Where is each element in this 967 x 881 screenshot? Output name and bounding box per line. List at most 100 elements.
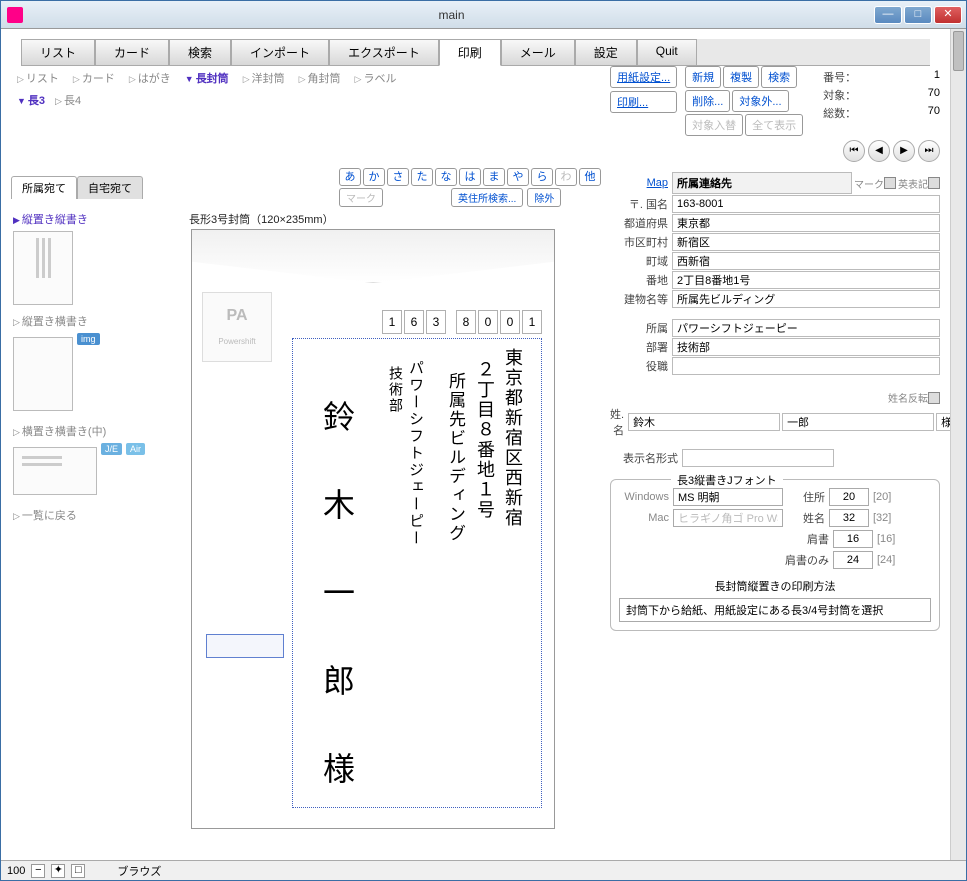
- minimize-button[interactable]: —: [874, 6, 902, 24]
- org-input[interactable]: [672, 319, 940, 337]
- nav-last-button[interactable]: ⏭: [918, 140, 940, 162]
- stat-number-value: 1: [890, 69, 940, 85]
- kana-さ[interactable]: さ: [387, 168, 409, 186]
- search-button[interactable]: 検索: [761, 66, 797, 88]
- toolbar-リスト[interactable]: リスト: [21, 39, 95, 65]
- zoom-value: 100: [7, 865, 25, 877]
- mark-button[interactable]: マーク: [339, 188, 383, 207]
- title-label: 役職: [610, 358, 672, 374]
- eng-checkbox[interactable]: [928, 177, 940, 189]
- subtab-リスト[interactable]: リスト: [17, 70, 59, 86]
- showall-button[interactable]: 全て表示: [745, 114, 803, 136]
- toolbar-インポート[interactable]: インポート: [231, 39, 329, 65]
- kana-あ[interactable]: あ: [339, 168, 361, 186]
- display-format-input[interactable]: [682, 449, 834, 467]
- dept-input[interactable]: [672, 338, 940, 356]
- toolbar-メール[interactable]: メール: [501, 39, 575, 65]
- size-name-hint: [32]: [873, 512, 903, 524]
- map-link[interactable]: Map: [647, 177, 668, 189]
- subtab-はがき[interactable]: はがき: [129, 70, 171, 86]
- subtab-長封筒[interactable]: 長封筒: [185, 70, 229, 86]
- duplicate-button[interactable]: 複製: [723, 66, 759, 88]
- size-addr-hint: [20]: [873, 491, 903, 503]
- kana-他[interactable]: 他: [579, 168, 601, 186]
- maximize-button[interactable]: □: [904, 6, 932, 24]
- window-title: main: [29, 8, 874, 22]
- thumb-vert-vert[interactable]: [13, 231, 73, 305]
- layout-vert-horiz[interactable]: 縦置き横書き: [13, 313, 179, 329]
- print-button[interactable]: 印刷...: [610, 91, 677, 113]
- subtab-角封筒[interactable]: 角封筒: [299, 70, 341, 86]
- stamp-area: PA Powershift: [202, 292, 272, 362]
- nav-first-button[interactable]: ⏮: [843, 140, 865, 162]
- nameflip-checkbox[interactable]: [928, 392, 940, 404]
- kana-ら[interactable]: ら: [531, 168, 553, 186]
- kana-や[interactable]: や: [507, 168, 529, 186]
- exclude-action-button[interactable]: 除外: [527, 188, 561, 207]
- kana-わ[interactable]: わ: [555, 168, 577, 186]
- kana-か[interactable]: か: [363, 168, 385, 186]
- subtab-ラベル[interactable]: ラベル: [355, 70, 397, 86]
- layout-horiz-horiz[interactable]: 横置き横書き(中): [13, 423, 179, 439]
- city-input[interactable]: [672, 233, 940, 251]
- toolbar-カード[interactable]: カード: [95, 39, 169, 65]
- kana-は[interactable]: は: [459, 168, 481, 186]
- env-addr-line3: 所属先ビルディング: [443, 372, 468, 543]
- toolbar-エクスポート[interactable]: エクスポート: [329, 39, 439, 65]
- toolbar-Quit[interactable]: Quit: [637, 39, 697, 65]
- vertical-scrollbar[interactable]: [950, 29, 966, 860]
- tab-work-address[interactable]: 所属宛て: [11, 176, 77, 199]
- new-button[interactable]: 新規: [685, 66, 721, 88]
- zoom-out-button[interactable]: −: [31, 864, 45, 878]
- eng-addr-search-button[interactable]: 英住所検索...: [451, 188, 523, 207]
- postal-input[interactable]: [672, 195, 940, 213]
- exclude-button[interactable]: 対象外...: [732, 90, 788, 112]
- swap-button[interactable]: 対象入替: [685, 114, 743, 136]
- size-kataonly-input[interactable]: [833, 551, 873, 569]
- size-addr-input[interactable]: [829, 488, 869, 506]
- envelope-preview: PA Powershift 1638001 東京都新宿区西新宿 ２丁目８番地１号…: [191, 229, 555, 829]
- toolbar-設定[interactable]: 設定: [575, 39, 637, 65]
- nav-prev-button[interactable]: ◀: [868, 140, 890, 162]
- subtab-洋封筒[interactable]: 洋封筒: [243, 70, 285, 86]
- givenname-input[interactable]: [782, 413, 934, 431]
- tab-home-address[interactable]: 自宅宛て: [77, 176, 143, 199]
- honorific-input[interactable]: [936, 413, 950, 431]
- postal-label: 〒. 国名: [610, 196, 672, 212]
- size-addr-label: 住所: [787, 489, 825, 505]
- nav-next-button[interactable]: ▶: [893, 140, 915, 162]
- title-input[interactable]: [672, 357, 940, 375]
- right-column: Map 所属連絡先 マーク 英表記 〒. 国名 都道府県 市区町村 町域 番地 …: [610, 168, 940, 829]
- size-name-input[interactable]: [829, 509, 869, 527]
- kana-た[interactable]: た: [411, 168, 433, 186]
- toolbar-検索[interactable]: 検索: [169, 39, 231, 65]
- paper-settings-button[interactable]: 用紙設定...: [610, 66, 677, 88]
- font-mac-input[interactable]: [673, 509, 783, 527]
- subtab-カード[interactable]: カード: [73, 70, 115, 86]
- back-to-list[interactable]: 一覧に戻る: [13, 507, 179, 523]
- pref-input[interactable]: [672, 214, 940, 232]
- sizetab-長3[interactable]: 長3: [17, 92, 45, 108]
- toolbar-印刷[interactable]: 印刷: [439, 39, 501, 66]
- size-kata-input[interactable]: [833, 530, 873, 548]
- postal-digit-6: 1: [522, 310, 542, 334]
- thumb-horiz-horiz[interactable]: [13, 447, 97, 495]
- mark-checkbox[interactable]: [884, 177, 896, 189]
- street-input[interactable]: [672, 271, 940, 289]
- stamp-pa: PA: [203, 307, 271, 325]
- envelope-label: 長形3号封筒（120×235mm）: [189, 211, 602, 227]
- kana-な[interactable]: な: [435, 168, 457, 186]
- thumb-vert-horiz[interactable]: [13, 337, 73, 411]
- zoom-in-button[interactable]: □: [71, 864, 85, 878]
- surname-input[interactable]: [628, 413, 780, 431]
- town-input[interactable]: [672, 252, 940, 270]
- delete-button[interactable]: 削除...: [685, 90, 730, 112]
- close-button[interactable]: ✕: [934, 6, 962, 24]
- sizetab-長4[interactable]: 長4: [55, 92, 81, 108]
- layout-vert-vert[interactable]: 縦置き縦書き: [13, 211, 179, 227]
- font-win-input[interactable]: [673, 488, 783, 506]
- kana-ま[interactable]: ま: [483, 168, 505, 186]
- bldg-input[interactable]: [672, 290, 940, 308]
- town-label: 町域: [610, 253, 672, 269]
- zoom-fit-button[interactable]: ✦: [51, 864, 65, 878]
